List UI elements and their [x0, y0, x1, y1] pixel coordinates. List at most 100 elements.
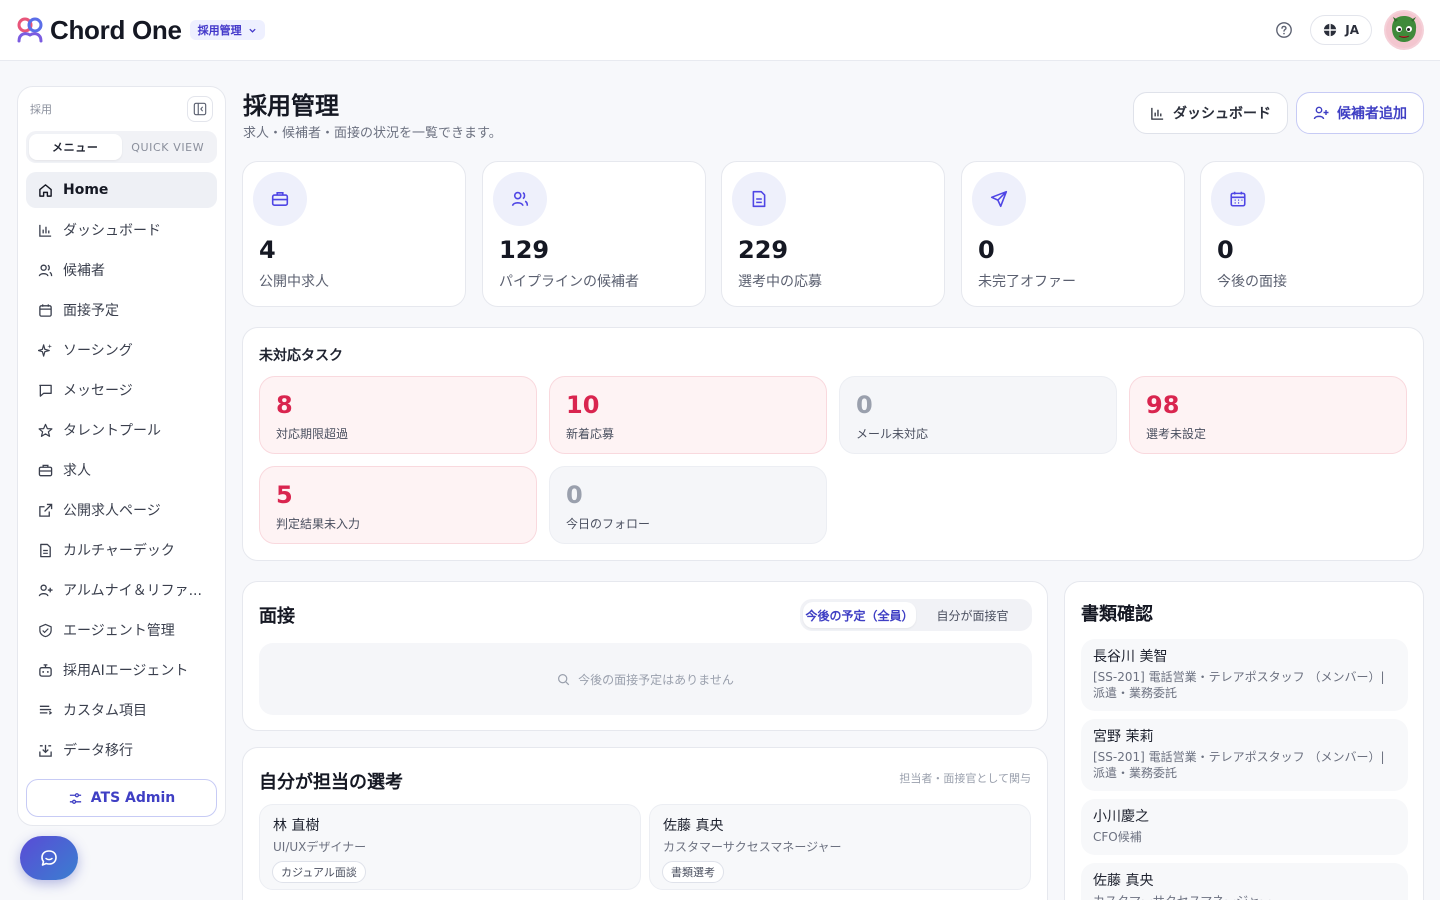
search-icon — [558, 673, 570, 685]
sidebar-item-label: アルムナイ＆リファ... — [63, 583, 202, 599]
sidebar-item-sourcing[interactable]: ソーシング — [26, 332, 217, 368]
sidebar-item-dashboard[interactable]: ダッシュボード — [26, 212, 217, 248]
task-card-missing-verdict[interactable]: 5 判定結果未入力 — [259, 466, 537, 544]
candidate-name: 宮野 茉莉 — [1093, 729, 1154, 745]
stat-label: 公開中求人 — [259, 274, 329, 290]
task-card-unassigned-stage[interactable]: 98 選考未設定 — [1129, 376, 1407, 454]
language-label: JA — [1345, 23, 1359, 37]
candidate-name: 佐藤 真央 — [663, 818, 724, 834]
stat-icon-wrap — [253, 172, 307, 226]
logo-mark-icon — [17, 17, 43, 43]
document-review-item[interactable]: 宮野 茉莉 [SS-201] 電話営業・テレアポスタッフ （メンバー）| 派遣・… — [1081, 719, 1408, 791]
stat-value: 129 — [499, 236, 550, 264]
dashboard-button-label: ダッシュボード — [1173, 106, 1271, 122]
chevron-down-icon — [248, 28, 256, 33]
chat-bubble-icon — [41, 850, 57, 866]
candidate-name: 小川慶之 — [1093, 809, 1149, 825]
stat-card-open-jobs[interactable]: 4 公開中求人 — [242, 161, 466, 307]
sidebar-item-candidates[interactable]: 候補者 — [26, 252, 217, 288]
user-plus-icon — [38, 583, 53, 596]
users-icon — [511, 191, 529, 206]
language-switcher[interactable]: JA — [1310, 15, 1372, 45]
sidebar-item-label: Home — [63, 182, 109, 198]
document-review-panel: 書類確認 長谷川 美智 [SS-201] 電話営業・テレアポスタッフ （メンバー… — [1064, 581, 1424, 900]
task-card-overdue[interactable]: 8 対応期限超過 — [259, 376, 537, 454]
briefcase-icon — [271, 192, 289, 206]
ats-admin-button[interactable]: ATS Admin — [26, 779, 217, 817]
top-bar: Chord One 採用管理 JA — [0, 0, 1440, 61]
sidebar-item-label: エージェント管理 — [63, 623, 175, 639]
stat-icon-wrap — [1211, 172, 1265, 226]
task-value: 5 — [276, 481, 293, 509]
stat-card-active-applications[interactable]: 229 選考中の応募 — [721, 161, 945, 307]
sidebar-item-label: データ移行 — [63, 743, 133, 759]
sparkles-icon — [38, 343, 53, 357]
interviews-panel: 面接 今後の予定（全員） 自分が面接官 今後の面接予定はありません — [242, 581, 1048, 731]
sidebar-item-home[interactable]: Home — [26, 172, 217, 208]
help-icon — [1276, 22, 1293, 38]
task-value: 98 — [1146, 391, 1180, 419]
dashboard-button[interactable]: ダッシュボード — [1133, 92, 1288, 134]
stat-label: 今後の面接 — [1217, 274, 1287, 290]
candidate-card[interactable]: 佐藤 真央 カスタマーサクセスマネージャー 書類選考 — [649, 804, 1031, 890]
document-icon — [752, 190, 766, 208]
stat-card-upcoming-interviews[interactable]: 0 今後の面接 — [1200, 161, 1424, 307]
document-icon — [40, 543, 51, 557]
tab-menu[interactable]: メニュー — [29, 134, 122, 160]
chat-assistant-button[interactable] — [20, 836, 78, 880]
sidebar-item-label: 候補者 — [63, 263, 105, 279]
task-card-unanswered-mail[interactable]: 0 メール未対応 — [839, 376, 1117, 454]
stat-card-pending-offers[interactable]: 0 未完了オファー — [961, 161, 1185, 307]
sidebar-view-tabs: メニュー QUICK VIEW — [26, 131, 217, 163]
document-review-item[interactable]: 長谷川 美智 [SS-201] 電話営業・テレアポスタッフ （メンバー）| 派遣… — [1081, 639, 1408, 711]
sidebar-item-public-jobs[interactable]: 公開求人ページ — [26, 492, 217, 528]
ats-admin-label: ATS Admin — [90, 790, 176, 806]
stat-value: 0 — [978, 236, 995, 264]
sidebar: 採用 メニュー QUICK VIEW Home ダッシュボード 候補者 面接予定… — [17, 86, 226, 826]
stat-icon-wrap — [972, 172, 1026, 226]
sidebar-item-ai-agent[interactable]: 採用AIエージェント — [26, 652, 217, 688]
tab-quick-view[interactable]: QUICK VIEW — [122, 134, 215, 160]
module-switcher[interactable]: 採用管理 — [189, 20, 265, 40]
task-card-today-follow[interactable]: 0 今日のフォロー — [549, 466, 827, 544]
task-card-new-applications[interactable]: 10 新着応募 — [549, 376, 827, 454]
sidebar-item-data-migration[interactable]: データ移行 — [26, 732, 217, 768]
message-icon — [39, 384, 52, 397]
stage-badge: 書類選考 — [662, 861, 724, 883]
sidebar-item-interview-schedule[interactable]: 面接予定 — [26, 292, 217, 328]
document-review-title: 書類確認 — [1081, 604, 1153, 625]
users-icon — [38, 263, 53, 276]
sidebar-item-culture-deck[interactable]: カルチャーデック — [26, 532, 217, 568]
sidebar-item-label: ソーシング — [63, 343, 133, 359]
candidate-card[interactable]: 林 直樹 UI/UXデザイナー カジュアル面談 — [259, 804, 641, 890]
handshake-icon — [39, 623, 52, 637]
sidebar-item-custom-fields[interactable]: カスタム項目 — [26, 692, 217, 728]
stat-value: 229 — [738, 236, 789, 264]
globe-icon — [1324, 23, 1337, 37]
sidebar-item-label: 採用AIエージェント — [63, 663, 189, 679]
tab-upcoming-all[interactable]: 今後の予定（全員） — [803, 602, 916, 628]
stat-card-pipeline-candidates[interactable]: 129 パイプラインの候補者 — [482, 161, 706, 307]
star-icon — [38, 423, 53, 437]
candidate-role: [SS-201] 電話営業・テレアポスタッフ （メンバー）| 派遣・業務委託 — [1093, 670, 1385, 700]
document-review-item[interactable]: 小川慶之 CFO候補 — [1081, 799, 1408, 855]
sidebar-item-messages[interactable]: メッセージ — [26, 372, 217, 408]
sidebar-collapse-button[interactable] — [187, 96, 213, 122]
user-avatar[interactable] — [1384, 10, 1424, 50]
sidebar-item-alumni-referral[interactable]: アルムナイ＆リファ... — [26, 572, 217, 608]
sidebar-item-jobs[interactable]: 求人 — [26, 452, 217, 488]
add-candidate-button[interactable]: 候補者追加 — [1296, 92, 1424, 134]
my-selection-title: 自分が担当の選考 — [259, 772, 403, 793]
task-value: 8 — [276, 391, 293, 419]
document-review-item[interactable]: 佐藤 真央 カスタマーサクセスマネージャー — [1081, 863, 1408, 900]
tab-my-interviews[interactable]: 自分が面接官 — [916, 602, 1029, 628]
sidebar-item-label: 求人 — [63, 463, 91, 479]
brand-logo[interactable]: Chord One — [16, 15, 182, 46]
task-value: 10 — [566, 391, 600, 419]
interviews-filter-toggle: 今後の予定（全員） 自分が面接官 — [800, 599, 1032, 631]
help-button[interactable] — [1270, 16, 1298, 44]
my-selection-panel: 自分が担当の選考 担当者・面接官として関与 林 直樹 UI/UXデザイナー カジ… — [242, 747, 1048, 900]
sidebar-item-talent-pool[interactable]: タレントプール — [26, 412, 217, 448]
sidebar-item-agent-management[interactable]: エージェント管理 — [26, 612, 217, 648]
calendar-icon — [39, 303, 52, 317]
